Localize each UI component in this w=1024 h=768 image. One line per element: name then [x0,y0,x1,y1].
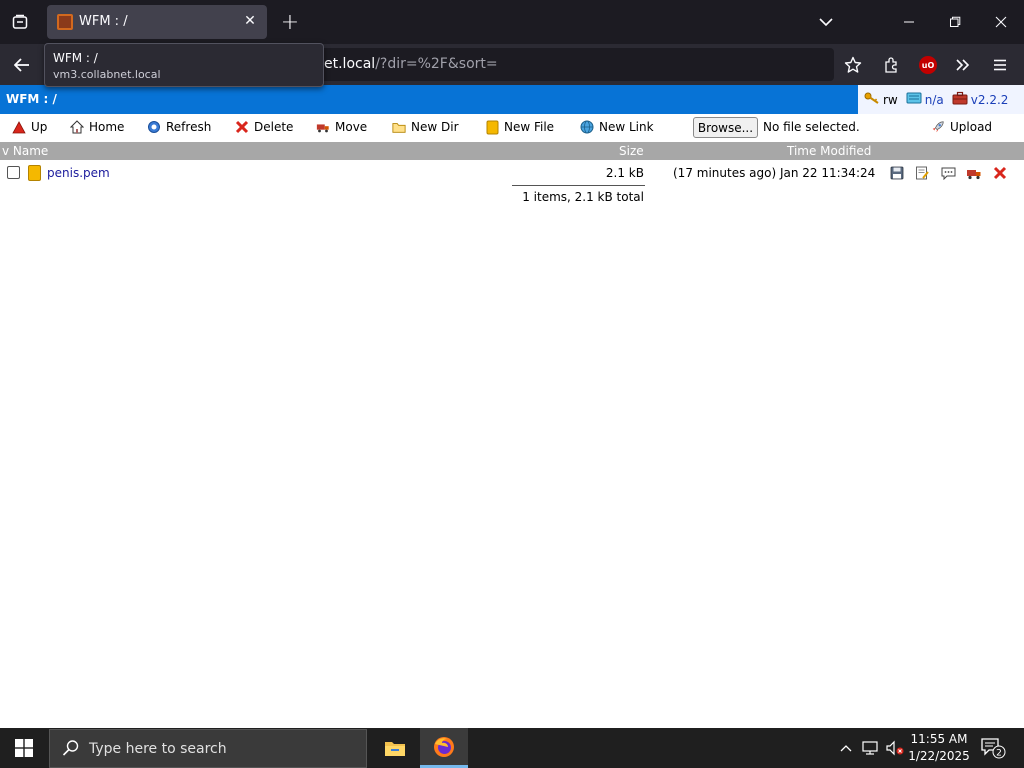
wfm-status-badges: rw n/a v2.2.2 [858,85,1024,114]
truck-icon [316,120,330,134]
list-all-tabs-icon[interactable] [814,11,838,33]
file-size: 2.1 kB [605,166,644,180]
tab-favicon-icon [57,14,73,30]
toolbox-icon [952,91,968,108]
browse-button[interactable]: Browse... [693,117,758,138]
browser-tab-active[interactable]: WFM : / ✕ [47,5,267,39]
home-icon [70,120,84,134]
new-link-button[interactable]: New Link [580,120,654,134]
delete-x-icon [235,120,249,134]
move-truck-icon[interactable] [966,165,982,181]
search-icon [62,739,80,761]
table-row: penis.pem 2.1 kB (17 minutes ago) Jan 22… [0,162,1024,184]
wfm-path-title: WFM : / [6,92,57,106]
network-icon[interactable] [860,728,882,768]
table-summary: 1 items, 2.1 kB total [522,190,644,204]
file-icon [485,120,499,134]
up-button[interactable]: Up [12,120,47,134]
firefox-icon[interactable] [420,728,468,768]
file-icon [28,165,41,181]
tab-title: WFM : / [79,14,128,29]
file-table-header: v Name Size Time Modified [0,142,1024,160]
back-arrow-icon[interactable] [8,52,36,78]
delete-x-icon[interactable] [992,165,1008,181]
folder-icon [392,120,406,134]
selected-file-label: No file selected. [763,120,860,134]
taskbar-clock[interactable]: 11:55 AM 1/22/2025 [905,731,973,765]
browser-tab-strip: WFM : / ✕ + [0,0,1024,44]
ublock-origin-icon[interactable]: uO [915,52,941,78]
edit-note-icon[interactable] [914,165,930,181]
globe-icon [580,120,594,134]
overflow-chevrons-icon[interactable] [950,52,976,78]
file-time-modified: (17 minutes ago) Jan 22 11:34:24 [673,166,876,180]
quota-badge[interactable]: n/a [906,91,944,108]
volume-muted-icon[interactable] [884,728,906,768]
permission-badge: rw [864,91,898,108]
quota-link[interactable]: n/a [925,93,944,107]
windows-taskbar: Type here to search 11:55 AM 1/22/2025 2 [0,728,1024,768]
new-tab-button[interactable]: + [278,10,302,35]
summary-divider [512,185,645,186]
rename-speech-bubble-icon[interactable] [940,165,956,181]
tab-tooltip: WFM : / vm3.collabnet.local [44,43,324,87]
up-triangle-icon [12,120,26,134]
move-button[interactable]: Move [316,120,367,134]
refresh-button[interactable]: Refresh [147,120,211,134]
tooltip-subtitle: vm3.collabnet.local [53,68,161,81]
row-select-checkbox[interactable] [7,166,20,179]
url-text: et.local/?dir=%2F&sort= [324,56,498,72]
bookmark-star-icon[interactable] [840,52,866,78]
permission-text: rw [883,92,898,107]
version-link[interactable]: v2.2.2 [971,93,1009,107]
search-placeholder: Type here to search [89,741,227,757]
taskbar-search-input[interactable]: Type here to search [49,729,367,768]
column-name-header[interactable]: v Name [2,144,48,158]
disk-icon [906,91,922,108]
notification-center-icon[interactable]: 2 [980,736,1006,760]
column-time-header[interactable]: Time Modified [787,144,871,158]
upload-button[interactable]: Upload [931,120,992,134]
clock-date: 1/22/2025 [908,749,970,763]
windows-start-icon[interactable] [0,728,48,768]
close-window-icon[interactable] [978,0,1024,44]
file-explorer-icon[interactable] [371,728,419,768]
restore-window-icon[interactable] [932,0,978,44]
extensions-puzzle-icon[interactable] [879,52,905,78]
wfm-toolbar: Up Home Refresh Delete Move New Dir New … [0,114,1024,142]
column-size-header[interactable]: Size [619,144,644,158]
tooltip-title: WFM : / [53,51,98,65]
version-badge[interactable]: v2.2.2 [952,91,1009,108]
hamburger-menu-icon[interactable] [987,52,1013,78]
firefox-view-icon[interactable] [8,10,32,34]
rocket-icon [931,120,945,134]
download-save-icon[interactable] [889,165,905,181]
file-name-link[interactable]: penis.pem [47,166,110,180]
home-button[interactable]: Home [70,120,124,134]
wfm-header-bar: WFM : / rw n/a v2.2.2 [0,85,1024,114]
clock-time: 11:55 AM [910,732,968,746]
show-hidden-icons-chevron-icon[interactable] [836,728,856,768]
delete-button[interactable]: Delete [235,120,293,134]
notification-count: 2 [996,749,1002,759]
refresh-icon [147,120,161,134]
new-dir-button[interactable]: New Dir [392,120,459,134]
minimize-window-icon[interactable] [886,0,932,44]
close-tab-icon[interactable]: ✕ [241,12,259,30]
key-icon [864,91,880,108]
new-file-button[interactable]: New File [485,120,554,134]
